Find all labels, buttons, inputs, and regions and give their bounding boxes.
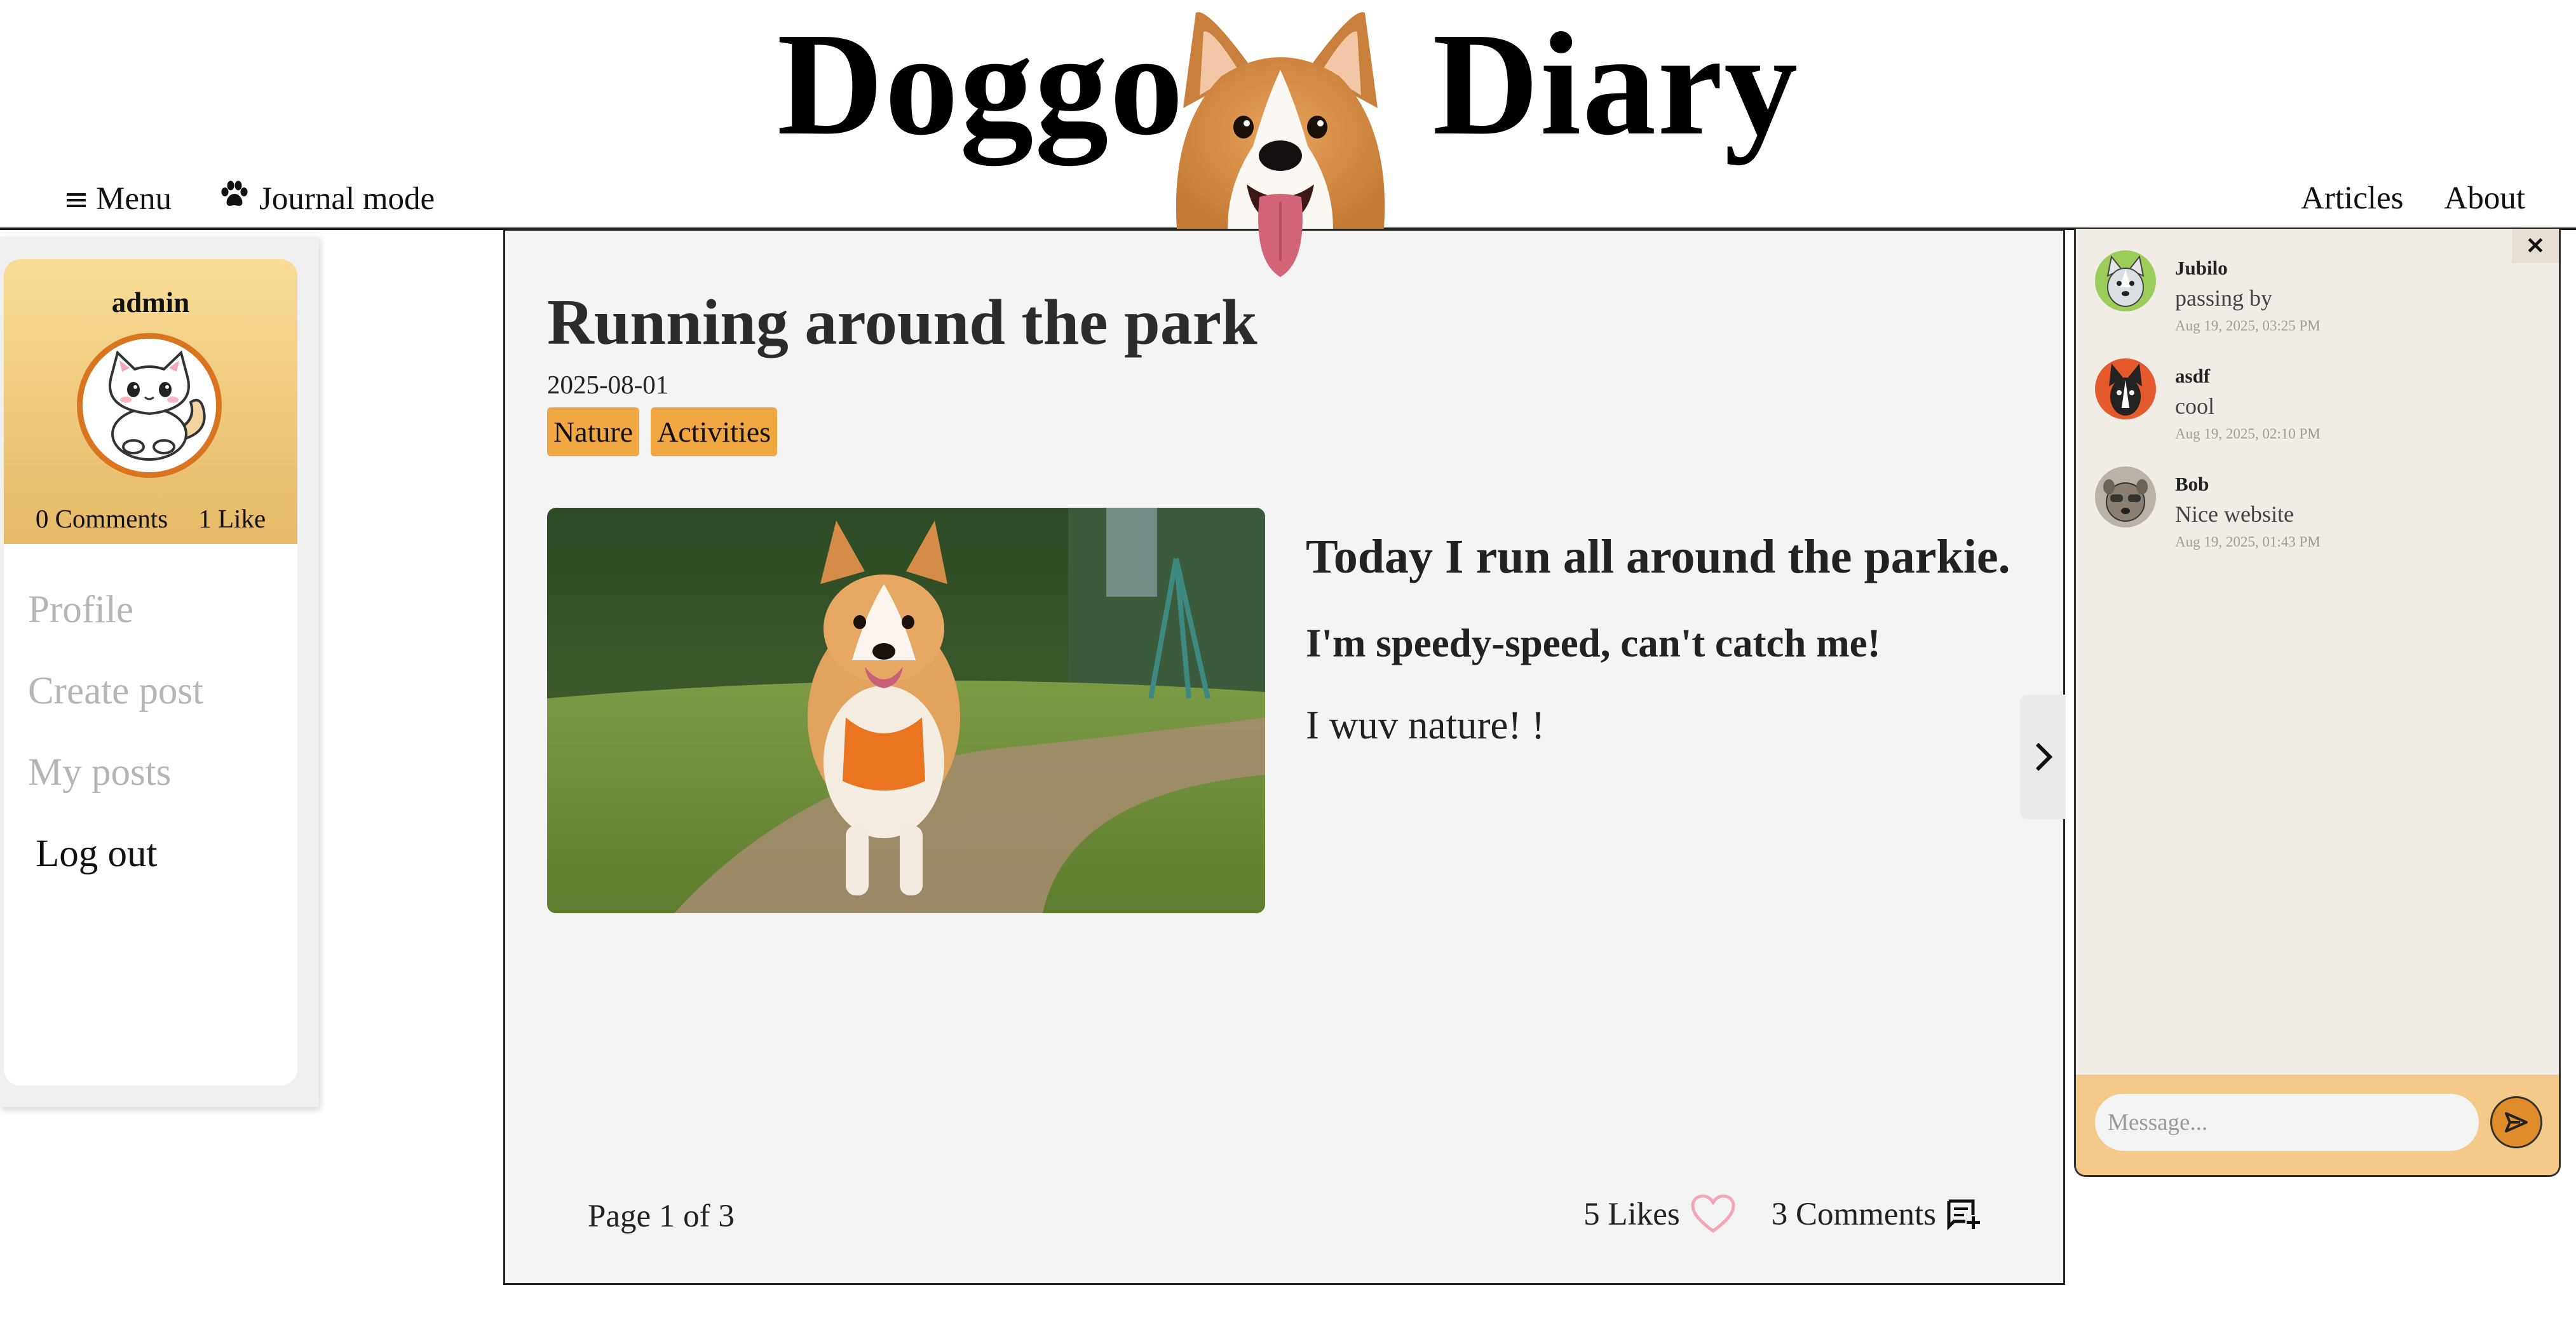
post-heading-2: I'm speedy-speed, can't catch me! xyxy=(1306,621,1881,665)
journal-mode-label: Journal mode xyxy=(259,180,435,217)
username: admin xyxy=(111,287,190,318)
post-heading-1: Today I run all around the parkie. xyxy=(1306,530,2010,583)
nav-left: Menu Journal mode xyxy=(67,180,435,217)
user-card-header: admin 0 Comments 1 Like xyxy=(4,259,297,544)
chat-text: Nice website xyxy=(2175,501,2294,527)
chat-panel: ✕ Jubilo passing by Aug 19, 2025, 03:25 … xyxy=(2074,229,2561,1177)
avatar xyxy=(2095,358,2156,419)
menu-label: Menu xyxy=(96,180,172,217)
pagination-info: Page 1 of 3 xyxy=(588,1199,735,1234)
chat-timestamp: Aug 19, 2025, 02:10 PM xyxy=(2175,426,2321,442)
user-card: admin 0 Comments 1 Like Profile Create p… xyxy=(4,259,297,1085)
hamburger-icon xyxy=(67,180,86,217)
post-paragraph: I wuv nature! ! xyxy=(1306,703,1545,747)
chat-username: asdf xyxy=(2175,365,2211,387)
logo-word-doggo: Doggo xyxy=(776,3,1185,166)
chat-message-input[interactable] xyxy=(2095,1094,2479,1151)
chevron-right-icon xyxy=(2035,742,2052,771)
chat-text: passing by xyxy=(2175,285,2272,311)
corgi-mascot-image xyxy=(1158,0,1403,280)
close-icon[interactable]: ✕ xyxy=(2512,229,2559,263)
send-icon xyxy=(2505,1112,2528,1132)
comments-button[interactable]: 3 Comments xyxy=(1772,1196,1981,1233)
user-comments-count: 0 Comments xyxy=(35,504,168,533)
chat-text: cool xyxy=(2175,393,2214,419)
avatar[interactable] xyxy=(77,333,222,478)
menu-button[interactable]: Menu xyxy=(67,180,172,217)
heart-icon xyxy=(1691,1194,1735,1233)
next-page-button[interactable] xyxy=(2020,695,2066,819)
send-button[interactable] xyxy=(2490,1096,2542,1148)
nav-link-about[interactable]: About xyxy=(2444,180,2526,217)
post-title: Running around the park xyxy=(547,287,1257,358)
chat-username: Jubilo xyxy=(2175,257,2228,279)
menu-item-profile[interactable]: Profile xyxy=(28,569,297,651)
comments-count: 3 Comments xyxy=(1771,1197,1936,1232)
tag-nature[interactable]: Nature xyxy=(547,407,640,456)
logo-word-diary: Diary xyxy=(1432,3,1800,166)
menu-item-create-post[interactable]: Create post xyxy=(28,651,297,732)
nav-link-articles[interactable]: Articles xyxy=(2301,180,2403,217)
post-tags: Nature Activities xyxy=(547,407,778,456)
nav-right: Articles About xyxy=(2301,180,2525,217)
chat-footer xyxy=(2076,1075,2559,1175)
post-image xyxy=(547,508,1265,913)
chat-timestamp: Aug 19, 2025, 03:25 PM xyxy=(2175,318,2321,334)
menu-item-logout[interactable]: Log out xyxy=(36,813,297,895)
chat-username: Bob xyxy=(2175,473,2209,495)
post-body: Today I run all around the parkie. I'm s… xyxy=(1306,529,2030,749)
post-stats: 5 Likes 3 Comments xyxy=(1583,1194,1981,1235)
paw-icon xyxy=(220,180,249,217)
chat-message: asdf cool Aug 19, 2025, 02:10 PM xyxy=(2095,358,2321,442)
user-menu: Profile Create post My posts Log out xyxy=(4,544,297,895)
chat-message: Bob Nice website Aug 19, 2025, 01:43 PM xyxy=(2095,466,2321,550)
post-date: 2025-08-01 xyxy=(547,370,669,399)
chat-message: Jubilo passing by Aug 19, 2025, 03:25 PM xyxy=(2095,250,2321,334)
comment-add-icon xyxy=(1947,1199,1980,1230)
avatar xyxy=(2095,250,2156,311)
menu-item-my-posts[interactable]: My posts xyxy=(28,732,297,813)
tag-activities[interactable]: Activities xyxy=(651,407,778,456)
user-likes-count: 1 Like xyxy=(198,504,266,533)
post-panel: Running around the park 2025-08-01 Natur… xyxy=(503,229,2066,1285)
journal-mode-button[interactable]: Journal mode xyxy=(220,180,435,217)
avatar xyxy=(2095,466,2156,527)
user-stats: 0 Comments 1 Like xyxy=(4,503,297,534)
likes-count: 5 Likes xyxy=(1583,1197,1680,1232)
user-sidebar: admin 0 Comments 1 Like Profile Create p… xyxy=(0,236,319,1107)
chat-timestamp: Aug 19, 2025, 01:43 PM xyxy=(2175,534,2321,550)
like-button[interactable]: 5 Likes xyxy=(1583,1194,1736,1235)
